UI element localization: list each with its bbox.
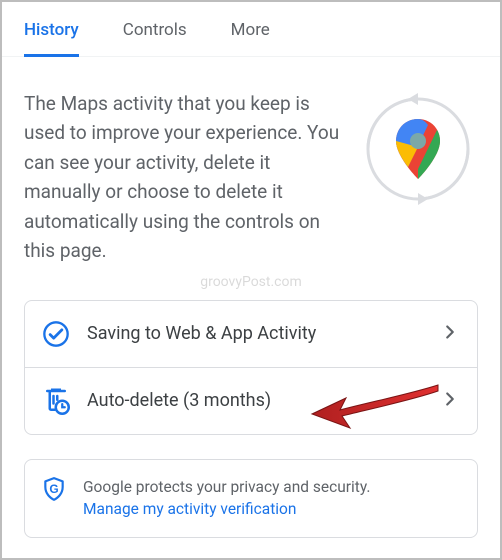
svg-text:G: G: [49, 481, 58, 495]
tab-controls[interactable]: Controls: [123, 20, 187, 56]
maps-refresh-illustration: [358, 89, 478, 209]
watermark-text: groovyPost.com: [24, 274, 478, 290]
chevron-right-icon: [439, 321, 461, 347]
autodelete-label: Auto-delete (3 months): [87, 390, 423, 411]
trash-clock-icon: [41, 386, 71, 416]
activity-description: The Maps activity that you keep is used …: [24, 89, 346, 266]
manage-verification-link[interactable]: Manage my activity verification: [83, 500, 296, 518]
autodelete-row[interactable]: Auto-delete (3 months): [25, 367, 477, 434]
privacy-info-card: G Google protects your privacy and secur…: [24, 459, 478, 538]
tab-history[interactable]: History: [24, 20, 79, 57]
tabs-bar: History Controls More: [2, 2, 500, 57]
google-shield-icon: G: [41, 476, 69, 504]
tab-more[interactable]: More: [231, 20, 270, 56]
saving-label: Saving to Web & App Activity: [87, 323, 423, 344]
saving-row[interactable]: Saving to Web & App Activity: [25, 301, 477, 367]
privacy-info-line: Google protects your privacy and securit…: [83, 478, 370, 496]
checkmark-circle-icon: [41, 319, 71, 349]
settings-card: Saving to Web & App Activity Auto-delete…: [24, 300, 478, 435]
privacy-info-text: Google protects your privacy and securit…: [83, 476, 370, 521]
chevron-right-icon: [439, 388, 461, 414]
